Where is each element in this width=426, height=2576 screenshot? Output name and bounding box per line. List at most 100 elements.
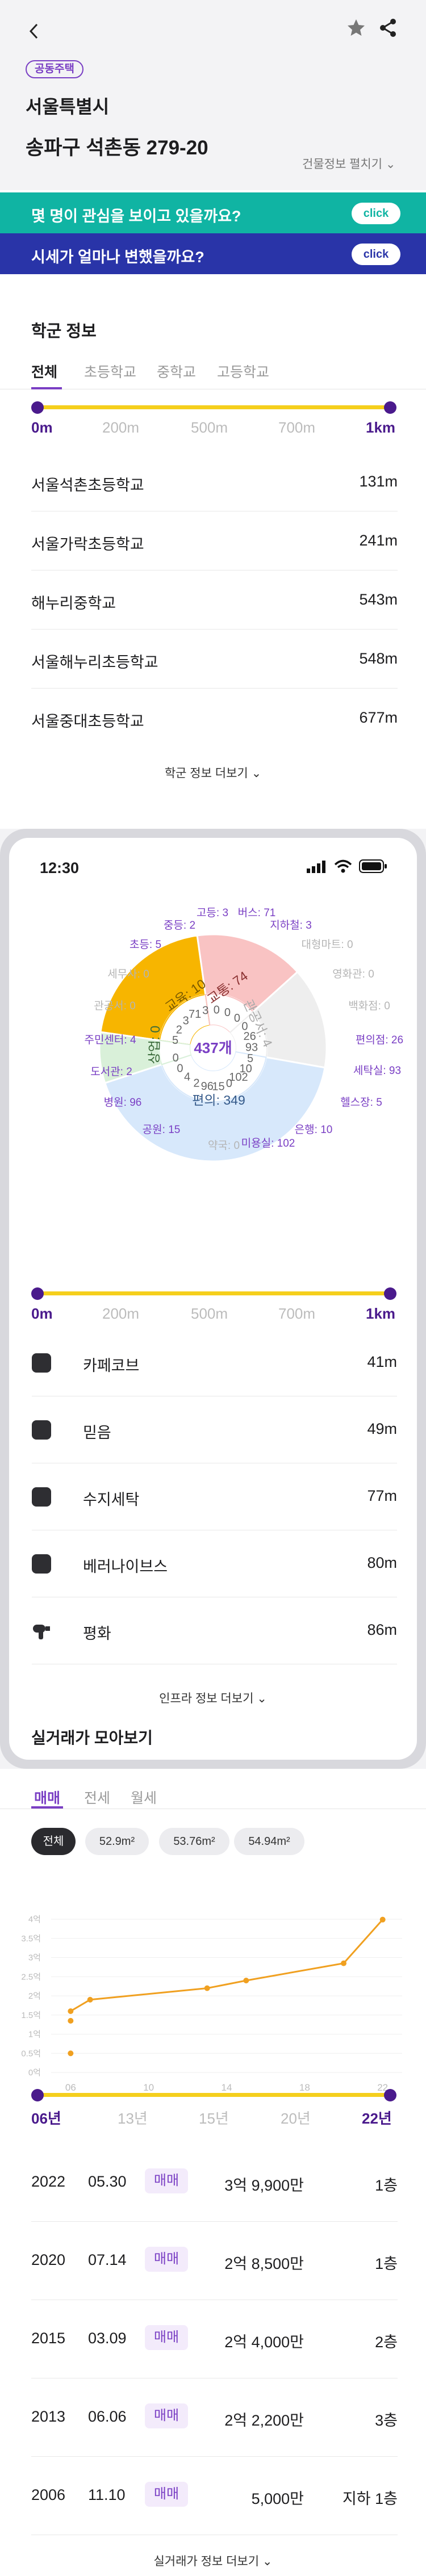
price-change-banner[interactable]: 시세가 얼마나 변했을까요? click — [0, 233, 426, 274]
tab-monthly[interactable]: 월세 — [131, 1787, 157, 1807]
y-tick-label: 1억 — [28, 2030, 41, 2040]
tab-high[interactable]: 고등학교 — [217, 361, 269, 381]
price-change-click-button[interactable]: click — [352, 244, 400, 265]
area-chip[interactable]: 52.9m² — [85, 1828, 149, 1855]
y-tick-label: 0.5억 — [21, 2049, 41, 2058]
distance-label-1km: 1km — [366, 419, 396, 436]
slider-start-handle[interactable] — [31, 401, 44, 414]
table-row[interactable]: 2022 05.30 매매 3억 9,900만 1층 — [31, 2143, 398, 2222]
cafe-icon — [32, 1420, 51, 1440]
y-tick-label: 4억 — [28, 1915, 41, 1924]
slider-end-handle[interactable] — [384, 401, 396, 414]
price-data-point — [68, 2008, 74, 2014]
donut-outer-label: 관공서: 0 — [94, 1000, 136, 1012]
infra-donut-chart: 437개교육: 10교통: 74관공서: 4편의: 349상업: 0 52371 3… — [84, 907, 403, 1163]
list-item[interactable]: 수지세탁 77m — [32, 1463, 397, 1530]
area-chip[interactable]: 53.76m² — [159, 1828, 229, 1855]
distance-label-0: 0m — [31, 419, 53, 436]
list-item[interactable]: 서울석촌초등학교 131m — [31, 452, 398, 511]
donut-inner-value: 2 — [176, 1023, 182, 1036]
slider-start-handle[interactable] — [31, 2089, 44, 2101]
table-row[interactable]: 2013 06.06 매매 2억 2,200만 3층 — [31, 2378, 398, 2457]
list-item[interactable]: 서울중대초등학교 677m — [31, 689, 398, 748]
chevron-down-icon: ⌄ — [385, 158, 396, 171]
tab-middle[interactable]: 중학교 — [157, 361, 196, 381]
year-label: 13년 — [118, 2110, 148, 2127]
active-tab-underline — [31, 1806, 63, 1809]
distance-label-500: 500m — [191, 1305, 228, 1322]
tab-elementary[interactable]: 초등학교 — [84, 361, 136, 381]
donut-outer-label: 버스: 71 — [238, 907, 276, 919]
trade-more-button[interactable]: 실거래가 정보 더보기 ⌄ — [0, 2552, 426, 2569]
share-icon[interactable] — [378, 18, 398, 37]
table-row[interactable]: 2015 03.09 매매 2억 4,000만 2층 — [31, 2300, 398, 2378]
list-item[interactable]: 카페코브 41m — [32, 1329, 397, 1396]
school-distance-slider[interactable] — [31, 401, 396, 414]
building-info-toggle[interactable]: 건물정보 펼치기 ⌄ — [302, 155, 396, 172]
donut-inner-value: 0 — [173, 1052, 179, 1064]
chevron-down-icon: ⌄ — [257, 1692, 267, 1705]
area-chip[interactable]: 54.94m² — [234, 1828, 304, 1855]
slider-start-handle[interactable] — [31, 1287, 44, 1300]
cafe-icon — [32, 1554, 51, 1574]
distance-label-700: 700m — [278, 1305, 316, 1322]
trade-section: 실거래가 모아보기 매매 전세 월세 전체 52.9m² 53.76m² 54.… — [0, 1729, 426, 2576]
infra-more-button[interactable]: 인프라 정보 더보기 ⌄ — [9, 1689, 417, 1706]
list-item[interactable]: 서울해누리초등학교 548m — [31, 630, 398, 689]
donut-outer-label: 공원: 15 — [143, 1123, 181, 1136]
price-data-point — [341, 1960, 346, 1966]
school-more-button[interactable]: 학군 정보 더보기 ⌄ — [0, 764, 426, 781]
donut-inner-value: 96 — [201, 1080, 214, 1093]
school-section-title: 학군 정보 — [31, 322, 97, 341]
table-row[interactable]: 2020 07.14 매매 2억 8,500만 1층 — [31, 2222, 398, 2300]
active-tab-underline — [31, 387, 62, 389]
tab-jeonse[interactable]: 전세 — [84, 1787, 110, 1807]
year-range-slider[interactable] — [31, 2089, 396, 2101]
property-type-badge: 공동주택 — [26, 60, 83, 78]
donut-outer-label: 지하철: 3 — [270, 919, 312, 932]
status-time: 12:30 — [40, 859, 80, 876]
slider-end-handle[interactable] — [384, 1287, 396, 1300]
year-label: 15년 — [199, 2110, 229, 2127]
slider-end-handle[interactable] — [384, 2089, 396, 2101]
trade-type-tag: 매매 — [145, 2168, 188, 2193]
donut-outer-label: 영화관: 0 — [332, 968, 374, 980]
donut-outer-label: 고등: 3 — [197, 907, 228, 919]
donut-outer-label: 초등: 5 — [130, 939, 161, 951]
property-detail: 공동주택 서울특별시 송파구 석촌동 279-20 건물정보 펼치기 ⌄ 몇 명… — [0, 0, 426, 829]
area-chip-all[interactable]: 전체 — [31, 1828, 76, 1855]
donut-outer-label: 대형마트: 0 — [301, 938, 353, 951]
tab-all[interactable]: 전체 — [31, 361, 57, 381]
donut-outer-label: 세무사: 0 — [107, 968, 149, 980]
tab-sale[interactable]: 매매 — [34, 1787, 60, 1807]
list-item[interactable]: 서울가락초등학교 241m — [31, 511, 398, 570]
distance-label-200: 200m — [102, 419, 140, 436]
distance-label-0: 0m — [31, 1305, 53, 1322]
donut-outer-label: 도서관: 2 — [90, 1065, 132, 1078]
donut-inner-value: 0 — [234, 1012, 240, 1025]
donut-outer-label: 병원: 96 — [104, 1096, 142, 1109]
star-icon[interactable] — [346, 18, 366, 37]
donut-inner-value: 4 — [184, 1071, 190, 1084]
infra-distance-slider[interactable] — [31, 1287, 396, 1300]
price-data-point — [87, 1996, 93, 2003]
cafe-icon — [32, 1487, 51, 1507]
donut-inner-value: 0 — [224, 1006, 231, 1019]
list-item[interactable]: 평화 86m — [32, 1597, 397, 1664]
donut-total: 437개 — [194, 1039, 232, 1056]
donut-segment-label: 편의: 349 — [192, 1093, 245, 1107]
donut-outer-label: 주민센터: 4 — [84, 1034, 136, 1046]
trade-type-tag: 매매 — [145, 2247, 188, 2272]
interest-banner[interactable]: 몇 명이 관심을 보이고 있을까요? click — [0, 192, 426, 233]
trade-type-tag: 매매 — [145, 2482, 188, 2507]
back-icon[interactable] — [28, 23, 40, 40]
interest-banner-text: 몇 명이 관심을 보이고 있을까요? — [31, 208, 241, 225]
list-item[interactable]: 베러나이브스 80m — [32, 1530, 397, 1597]
distance-label-700: 700m — [278, 419, 316, 436]
building-info-label: 건물정보 펼치기 — [302, 158, 383, 171]
table-row[interactable]: 2006 11.10 매매 5,000만 지하 1층 — [31, 2457, 398, 2535]
list-item[interactable]: 해누리중학교 543m — [31, 570, 398, 630]
address-street: 송파구 석촌동 279-20 — [26, 137, 208, 159]
interest-click-button[interactable]: click — [352, 203, 400, 224]
list-item[interactable]: 믿음 49m — [32, 1396, 397, 1463]
